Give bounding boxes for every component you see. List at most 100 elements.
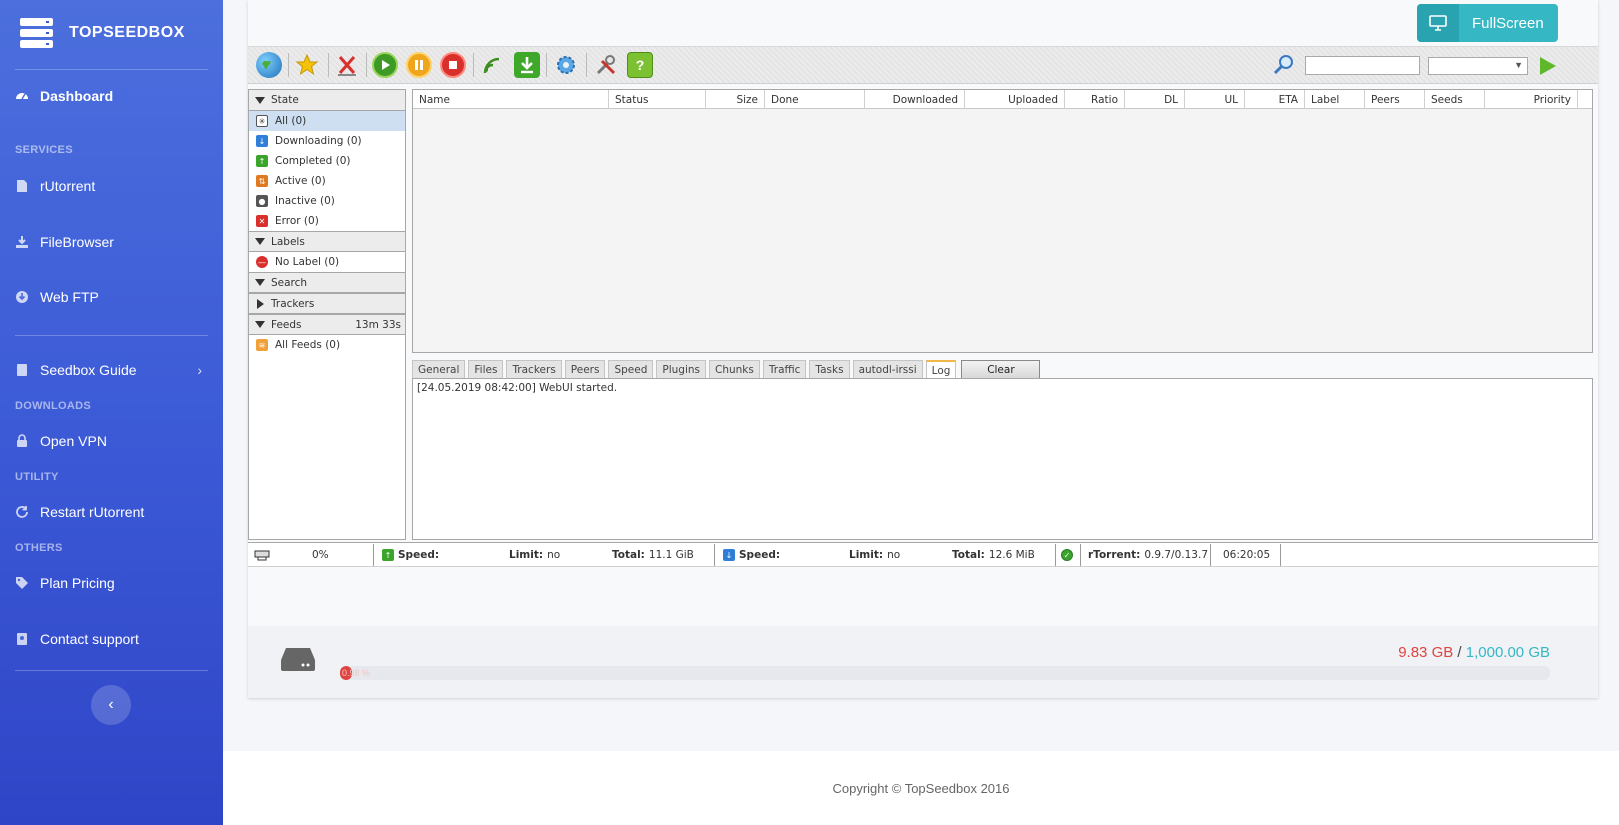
search-header[interactable]: Search (249, 272, 405, 293)
state-header[interactable]: State (249, 90, 405, 111)
tab-log[interactable]: Log (925, 360, 957, 379)
upload-limit[interactable]: Limit: no (509, 543, 560, 567)
disk-total: 1,000.00 GB (1465, 644, 1550, 661)
column-peers[interactable]: Peers (1365, 90, 1425, 109)
filter-all[interactable]: ✳ All (0) (249, 111, 405, 131)
sidebar-item-plan-pricing[interactable]: Plan Pricing (15, 575, 208, 591)
footer: Copyright © TopSeedbox 2016 (223, 751, 1619, 825)
collapse-triangle-icon (255, 321, 265, 328)
labels-header[interactable]: Labels (249, 231, 405, 252)
tab-peers[interactable]: Peers (564, 360, 606, 379)
sidebar-item-label: Contact support (40, 631, 139, 647)
tab-files[interactable]: Files (468, 360, 504, 379)
column-status[interactable]: Status (609, 90, 706, 109)
search-go-icon[interactable] (1540, 57, 1556, 75)
error-icon: ✕ (256, 215, 268, 227)
tab-trackers[interactable]: Trackers (506, 360, 562, 379)
settings-icon[interactable] (553, 52, 579, 78)
arrow-down-circle-icon (15, 290, 29, 304)
filter-no-label[interactable]: — No Label (0) (249, 252, 405, 272)
filter-label: Active (0) (275, 175, 326, 187)
filter-completed[interactable]: ↑ Completed (0) (249, 151, 405, 171)
column-seeds[interactable]: Seeds (1425, 90, 1485, 109)
table-header: Name Status Size Done Downloaded Uploade… (413, 90, 1592, 109)
expand-triangle-icon (257, 298, 264, 309)
stop-icon[interactable] (440, 52, 466, 78)
inactive-icon: ● (256, 195, 268, 207)
upload-limit-label: Limit: (509, 549, 544, 561)
clear-log-button[interactable]: Clear (961, 360, 1041, 379)
copyright: Copyright © TopSeedbox 2016 (832, 781, 1010, 796)
tools-icon[interactable] (593, 52, 619, 78)
toolbar-separator (586, 53, 587, 77)
column-eta[interactable]: ETA (1245, 90, 1305, 109)
column-ratio[interactable]: Ratio (1065, 90, 1125, 109)
trackers-title: Trackers (271, 297, 315, 310)
sidebar-heading-others: OTHERS (15, 542, 63, 554)
column-downloaded[interactable]: Downloaded (865, 90, 965, 109)
column-done[interactable]: Done (765, 90, 865, 109)
column-uploaded[interactable]: Uploaded (965, 90, 1065, 109)
sidebar-item-dashboard[interactable]: Dashboard (15, 88, 208, 104)
filter-error[interactable]: ✕ Error (0) (249, 211, 405, 231)
filter-label: Downloading (0) (275, 135, 362, 147)
status-separator (1055, 544, 1056, 566)
detail-tabs: General Files Trackers Peers Speed Plugi… (412, 360, 1041, 379)
sidebar-item-filebrowser[interactable]: FileBrowser (15, 234, 208, 250)
tab-general[interactable]: General (412, 360, 466, 379)
filter-all-feeds[interactable]: ≋ All Feeds (0) (249, 335, 405, 355)
upload-limit-value: no (547, 549, 561, 561)
column-priority[interactable]: Priority (1485, 90, 1578, 109)
tab-plugins[interactable]: Plugins (656, 360, 707, 379)
filter-inactive[interactable]: ● Inactive (0) (249, 191, 405, 211)
client-label: rTorrent: (1088, 549, 1141, 561)
pause-icon[interactable] (406, 52, 432, 78)
sidebar-collapse-button[interactable]: ‹ (91, 685, 131, 725)
fullscreen-button[interactable]: FullScreen (1417, 4, 1558, 42)
tab-traffic[interactable]: Traffic (762, 360, 807, 379)
globe-icon[interactable] (256, 52, 282, 78)
search-input[interactable] (1305, 56, 1420, 75)
trackers-header[interactable]: Trackers (249, 293, 405, 314)
search-icon[interactable] (1273, 54, 1295, 76)
column-label[interactable]: Label (1305, 90, 1365, 109)
brand[interactable]: TOPSEEDBOX (0, 0, 223, 66)
help-icon[interactable]: ? (627, 52, 653, 78)
active-icon: ⇅ (256, 175, 268, 187)
sidebar-item-open-vpn[interactable]: Open VPN (15, 433, 208, 449)
feeds-header[interactable]: Feeds 13m 33s (249, 314, 405, 335)
log-panel: [24.05.2019 08:42:00] WebUI started. (412, 378, 1593, 540)
disk-percent: 0% (312, 549, 329, 561)
disk-space-icon (254, 543, 270, 567)
download-limit[interactable]: Limit: no (849, 543, 900, 567)
column-dl[interactable]: DL (1125, 90, 1185, 109)
column-size[interactable]: Size (706, 90, 765, 109)
sidebar-item-contact-support[interactable]: Contact support (15, 631, 208, 647)
search-engine-select[interactable]: ▼ (1428, 57, 1528, 75)
column-name[interactable]: Name (413, 90, 609, 109)
sidebar-heading-downloads: DOWNLOADS (15, 400, 92, 412)
sidebar-item-seedbox-guide[interactable]: Seedbox Guide › (15, 362, 208, 378)
tab-speed[interactable]: Speed (608, 360, 654, 379)
filter-label: Error (0) (275, 215, 319, 227)
status-separator (373, 544, 374, 566)
filter-downloading[interactable]: ↓ Downloading (0) (249, 131, 405, 151)
start-icon[interactable] (372, 52, 398, 78)
remove-icon[interactable] (334, 52, 360, 78)
sidebar-item-restart-rutorrent[interactable]: Restart rUtorrent (15, 504, 208, 520)
tab-chunks[interactable]: Chunks (709, 360, 760, 379)
column-ul[interactable]: UL (1185, 90, 1245, 109)
sidebar-item-rutorrent[interactable]: rUtorrent (15, 178, 208, 194)
torrent-table[interactable]: Name Status Size Done Downloaded Uploade… (412, 89, 1593, 353)
filter-active[interactable]: ⇅ Active (0) (249, 171, 405, 191)
fullscreen-label: FullScreen (1472, 14, 1544, 32)
tab-tasks[interactable]: Tasks (809, 360, 850, 379)
sidebar-item-web-ftp[interactable]: Web FTP (15, 289, 208, 305)
sidebar-item-label: Plan Pricing (40, 575, 115, 591)
uptime: 06:20:05 (1223, 549, 1271, 561)
download-icon[interactable] (514, 52, 540, 78)
download-limit-value: no (887, 549, 901, 561)
star-icon[interactable] (294, 52, 320, 78)
tab-autodl-irssi[interactable]: autodl-irssi (852, 360, 923, 379)
rss-icon[interactable] (480, 52, 506, 78)
